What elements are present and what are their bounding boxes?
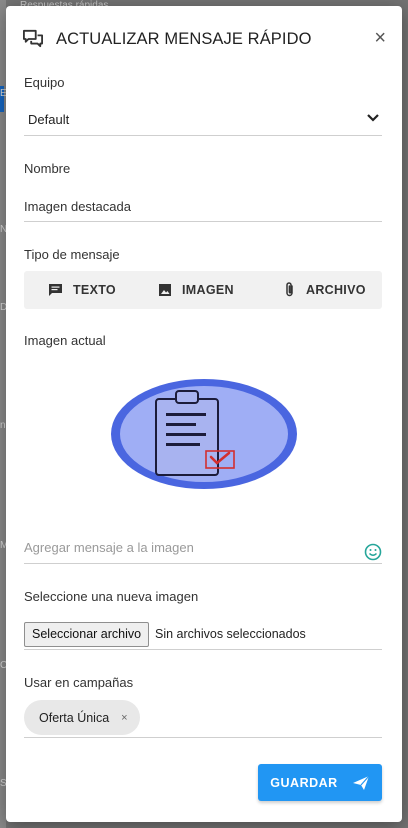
image-message-input[interactable]: Agregar mensaje a la imagen: [24, 540, 194, 555]
dialog-title: ACTUALIZAR MENSAJE RÁPIDO: [56, 30, 312, 48]
tab-text[interactable]: TEXTO: [48, 271, 116, 309]
close-icon[interactable]: ×: [374, 26, 386, 50]
current-image-label: Imagen actual: [24, 333, 106, 348]
new-image-underline: [24, 649, 382, 650]
featured-image-underline: [24, 221, 382, 222]
chevron-down-icon[interactable]: [364, 110, 382, 126]
paperclip-icon: [286, 282, 293, 297]
dialog-header: ACTUALIZAR MENSAJE RÁPIDO ×: [6, 6, 402, 70]
tab-image-label: IMAGEN: [182, 283, 234, 297]
campaigns-underline: [24, 737, 382, 738]
team-select-value[interactable]: Default: [28, 112, 69, 127]
new-image-label: Seleccione una nueva imagen: [24, 589, 199, 604]
tab-image[interactable]: IMAGEN: [158, 271, 234, 309]
send-icon: [352, 775, 370, 790]
chat-bubbles-icon: [22, 29, 43, 48]
campaign-chip: Oferta Única ×: [24, 700, 140, 735]
tab-file[interactable]: ARCHIVO: [284, 271, 366, 309]
tab-text-label: TEXTO: [73, 283, 116, 297]
current-image-preview: [111, 379, 297, 489]
chip-remove-icon[interactable]: ×: [121, 712, 127, 724]
save-button[interactable]: GUARDAR: [258, 764, 382, 801]
save-button-label: GUARDAR: [270, 775, 338, 790]
team-label: Equipo: [24, 75, 65, 90]
image-message-underline: [24, 563, 382, 564]
name-field[interactable]: Nombre: [24, 161, 70, 176]
tab-file-label: ARCHIVO: [306, 283, 366, 297]
emoji-icon[interactable]: [364, 543, 382, 561]
file-status-text: Sin archivos seleccionados: [155, 627, 306, 641]
message-type-toggle: TEXTO IMAGEN ARCHIVO: [24, 271, 382, 309]
featured-image-field[interactable]: Imagen destacada: [24, 199, 131, 214]
image-icon: [159, 284, 171, 296]
message-type-label: Tipo de mensaje: [24, 247, 120, 262]
team-select-underline: [24, 135, 382, 136]
campaign-chip-label: Oferta Única: [39, 710, 110, 725]
update-quick-message-dialog: ACTUALIZAR MENSAJE RÁPIDO × Equipo Defau…: [6, 6, 402, 822]
message-icon: [49, 284, 62, 296]
background-letter: n: [0, 420, 6, 431]
campaigns-label: Usar en campañas: [24, 675, 134, 690]
choose-file-button[interactable]: Seleccionar archivo: [24, 622, 150, 647]
